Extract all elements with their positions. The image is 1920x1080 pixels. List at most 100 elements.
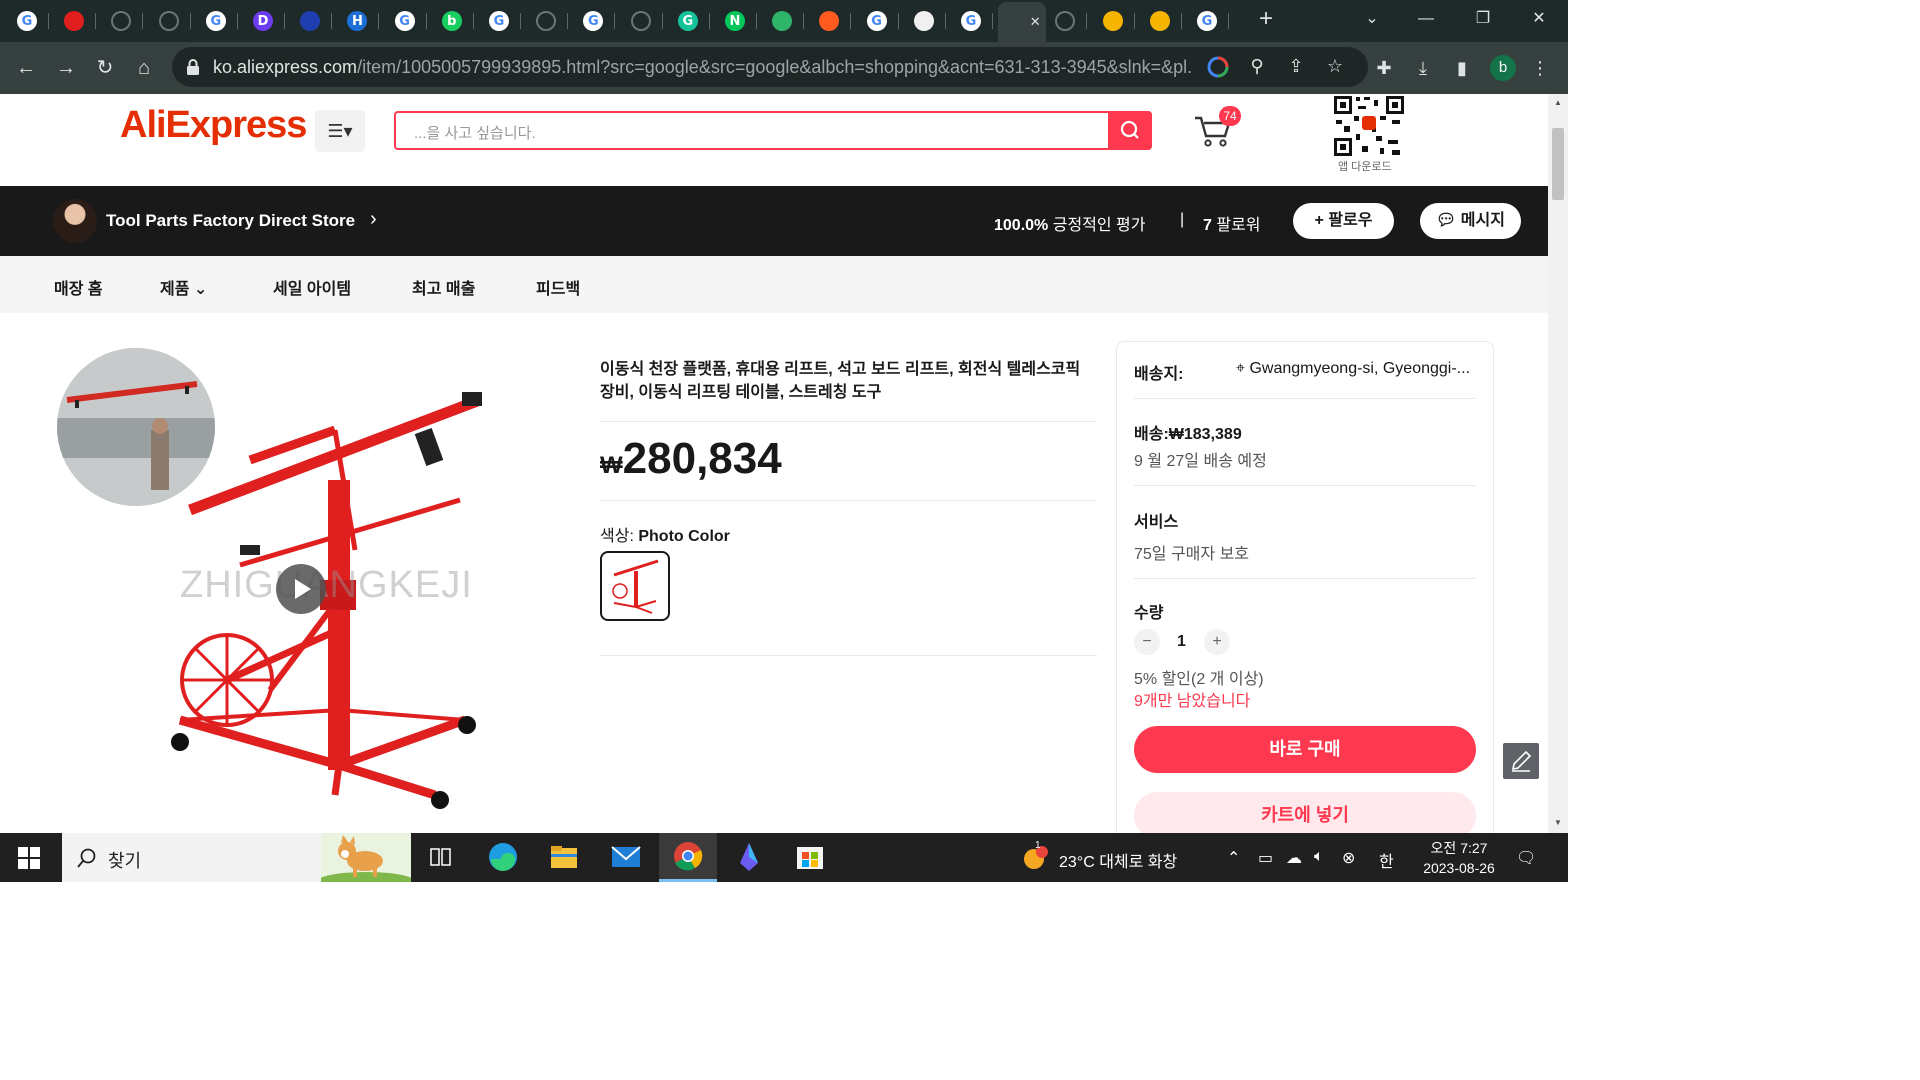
- forward-icon[interactable]: →: [52, 54, 80, 82]
- back-icon[interactable]: ←: [12, 54, 40, 82]
- browser-tab[interactable]: G: [196, 6, 238, 36]
- tray-chevron-up-icon[interactable]: ⌃: [1227, 848, 1240, 868]
- network-icon[interactable]: ☁: [1286, 848, 1302, 868]
- browser-tab[interactable]: [621, 6, 663, 36]
- browser-tab[interactable]: ✕: [998, 2, 1047, 42]
- file-explorer-icon[interactable]: [535, 833, 593, 882]
- vpn-off-icon[interactable]: ⊗: [1342, 848, 1355, 868]
- side-panel-icon[interactable]: ▮: [1449, 55, 1475, 81]
- input-method-indicator[interactable]: 한: [1379, 848, 1394, 872]
- store-nav-feedback[interactable]: 피드백: [536, 275, 580, 299]
- chrome-menu-icon[interactable]: ⋮: [1527, 55, 1553, 81]
- browser-tab[interactable]: [290, 6, 333, 36]
- new-tab-button[interactable]: +: [1254, 7, 1278, 32]
- volume-icon[interactable]: 🔈︎: [1314, 848, 1324, 866]
- google-lens-icon[interactable]: [1206, 56, 1230, 78]
- microsoft-store-icon[interactable]: [781, 833, 839, 882]
- bookmark-star-icon[interactable]: ☆: [1323, 56, 1347, 78]
- chevron-right-icon[interactable]: ›: [370, 208, 377, 231]
- video-play-icon[interactable]: [276, 564, 326, 614]
- browser-tab[interactable]: [149, 6, 191, 36]
- store-nav-products[interactable]: 제품 ⌄: [160, 275, 207, 299]
- color-swatch-photo-color[interactable]: [600, 551, 670, 621]
- edge-icon[interactable]: [474, 833, 532, 882]
- browser-tab[interactable]: G: [385, 6, 427, 36]
- scroll-up-icon[interactable]: ▲: [1554, 98, 1562, 107]
- copilot-icon[interactable]: [720, 833, 778, 882]
- browser-tab[interactable]: D: [243, 6, 285, 36]
- app-download-label[interactable]: 앱 다운로드: [1338, 158, 1392, 174]
- minimize-button[interactable]: —: [1406, 6, 1446, 32]
- follow-button[interactable]: + 팔로우: [1293, 203, 1394, 239]
- browser-tab[interactable]: [904, 6, 946, 36]
- browser-tab[interactable]: H: [337, 6, 380, 36]
- search-placeholder: ...을 사고 싶습니다.: [414, 125, 536, 142]
- category-menu-button[interactable]: ☰▾: [315, 110, 365, 152]
- reload-icon[interactable]: ↻: [91, 54, 119, 82]
- aliexpress-logo[interactable]: AliExpress: [120, 104, 307, 147]
- browser-tab[interactable]: [101, 6, 144, 36]
- browser-tab[interactable]: G: [7, 6, 49, 36]
- scroll-down-icon[interactable]: ▼: [1554, 818, 1562, 827]
- page-scrollbar[interactable]: ▲ ▼: [1548, 94, 1568, 833]
- message-button[interactable]: 💬︎ 메시지: [1420, 203, 1521, 239]
- qr-code-icon[interactable]: [1332, 94, 1406, 158]
- taskbar-search-box[interactable]: 찾기: [62, 833, 411, 882]
- product-main-image[interactable]: [160, 390, 490, 830]
- home-icon[interactable]: ⌂: [130, 54, 158, 82]
- store-name[interactable]: Tool Parts Factory Direct Store: [106, 211, 355, 231]
- task-view-icon[interactable]: [412, 833, 470, 882]
- store-avatar[interactable]: [53, 199, 97, 243]
- browser-tab[interactable]: [526, 6, 569, 36]
- close-tab-icon[interactable]: ✕: [1030, 14, 1041, 30]
- browser-tab[interactable]: [1045, 6, 1088, 36]
- restore-button[interactable]: ❐: [1463, 6, 1503, 32]
- search-input[interactable]: ...을 사고 싶습니다.: [394, 111, 1152, 150]
- close-window-button[interactable]: ✕: [1519, 6, 1559, 32]
- browser-tab[interactable]: G: [857, 6, 899, 36]
- ship-to-location[interactable]: ⌖ Gwangmyeong-si, Gyeonggi-...: [1236, 360, 1470, 378]
- share-icon[interactable]: ⇪: [1284, 56, 1308, 78]
- search-button[interactable]: [1108, 111, 1152, 150]
- store-nav-top-selling[interactable]: 최고 매출: [412, 275, 475, 299]
- taskbar-clock[interactable]: 오전 7:27 2023-08-26: [1418, 838, 1500, 878]
- quantity-increase-button[interactable]: +: [1204, 629, 1230, 655]
- browser-tab[interactable]: G: [951, 6, 993, 36]
- extensions-puzzle-icon[interactable]: ✚: [1371, 55, 1397, 81]
- weather-text[interactable]: 23°C 대체로 화창: [1059, 848, 1177, 872]
- search-icon: [77, 848, 96, 868]
- browser-tab[interactable]: G: [479, 6, 521, 36]
- browser-tab[interactable]: [809, 6, 852, 36]
- browser-tab[interactable]: N: [715, 6, 757, 36]
- windows-start-icon[interactable]: [18, 847, 40, 869]
- browser-tab[interactable]: [762, 6, 805, 36]
- store-nav-products-label: 제품: [160, 281, 190, 298]
- notification-icon[interactable]: 🗨︎: [1516, 848, 1536, 868]
- browser-tab[interactable]: b: [432, 6, 474, 36]
- mail-icon[interactable]: [597, 833, 655, 882]
- quantity-value[interactable]: 1: [1177, 633, 1186, 651]
- browser-tab[interactable]: [54, 6, 97, 36]
- zoom-icon[interactable]: ⚲: [1245, 56, 1269, 78]
- browser-tab[interactable]: [1093, 6, 1135, 36]
- quantity-decrease-button[interactable]: −: [1134, 629, 1160, 655]
- download-icon[interactable]: ⤓: [1410, 55, 1436, 81]
- store-nav-home[interactable]: 매장 홈: [54, 275, 103, 299]
- browser-tab[interactable]: G: [1187, 6, 1229, 36]
- address-bar[interactable]: ko.aliexpress.com/item/1005005799939895.…: [172, 47, 1368, 87]
- chrome-taskbar-icon[interactable]: [659, 833, 717, 882]
- service-value[interactable]: 75일 구매자 보호: [1134, 540, 1249, 564]
- scrollbar-thumb[interactable]: [1552, 128, 1564, 200]
- cart-button[interactable]: 74: [1193, 106, 1241, 147]
- buy-now-button[interactable]: 바로 구매: [1134, 726, 1476, 773]
- edit-feedback-icon[interactable]: [1503, 743, 1539, 779]
- profile-avatar[interactable]: b: [1490, 55, 1516, 81]
- meet-now-icon[interactable]: ▭: [1258, 848, 1273, 868]
- store-divider: |: [1180, 211, 1185, 228]
- add-to-cart-button[interactable]: 카트에 넣기: [1134, 792, 1476, 833]
- store-nav-sale[interactable]: 세일 아이템: [273, 275, 351, 299]
- browser-tab[interactable]: G: [668, 6, 710, 36]
- browser-tab[interactable]: [1140, 6, 1182, 36]
- tab-search-chevron-icon[interactable]: ⌄: [1352, 6, 1392, 32]
- browser-tab[interactable]: G: [573, 6, 616, 36]
